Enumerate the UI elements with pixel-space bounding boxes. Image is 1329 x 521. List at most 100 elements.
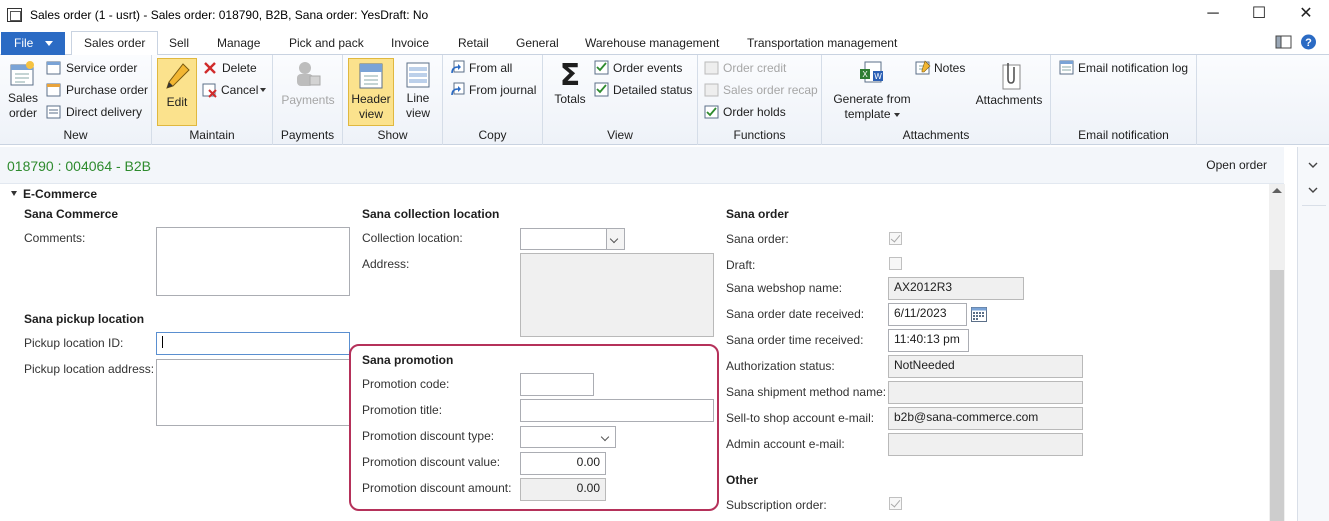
cancel-button[interactable]: Cancel	[221, 83, 267, 97]
authorization-status-field[interactable]: NotNeeded	[888, 355, 1083, 378]
promotion-discount-amount-label: Promotion discount amount:	[362, 481, 512, 495]
direct-delivery-button[interactable]: Direct delivery	[66, 105, 142, 119]
chevron-down-icon	[260, 88, 267, 92]
ribbon-group-attachments: X W Generate from template Notes Attachm…	[822, 55, 1051, 145]
attachments-label: Attachments	[975, 93, 1043, 107]
calendar-icon[interactable]	[971, 307, 987, 322]
tab-transportation-management[interactable]: Transportation management	[747, 34, 897, 56]
scroll-up-icon[interactable]	[1272, 188, 1282, 193]
payments-button[interactable]: Payments	[279, 59, 337, 115]
close-button[interactable]: ✕	[1283, 0, 1329, 30]
ribbon-group-new-label: New	[63, 128, 88, 142]
factbox-pane	[1297, 147, 1329, 521]
tab-warehouse-management[interactable]: Warehouse management	[585, 34, 719, 56]
admin-email-field[interactable]	[888, 433, 1083, 456]
line-view-label: Line view	[405, 91, 430, 120]
section-title: E-Commerce	[23, 187, 98, 201]
detailed-status-button[interactable]: Detailed status	[613, 83, 692, 97]
edit-button[interactable]: Edit	[157, 58, 197, 126]
order-holds-button[interactable]: Order holds	[723, 105, 786, 119]
chevron-down-icon[interactable]	[606, 229, 624, 249]
app-icon	[7, 8, 22, 22]
file-tab[interactable]: File	[1, 32, 65, 55]
order-date-received-field[interactable]: 6/11/2023	[888, 303, 967, 326]
chevron-down-icon[interactable]	[1308, 160, 1318, 170]
attachments-button[interactable]: Attachments	[972, 59, 1046, 115]
cancel-label: Cancel	[221, 83, 259, 97]
ribbon-group-maintain: Edit Delete Cancel Maintain	[152, 55, 273, 145]
ribbon: Sales order Service order Purchase order…	[0, 55, 1329, 145]
tab-invoice[interactable]: Invoice	[391, 34, 429, 56]
scroll-thumb[interactable]	[1270, 270, 1284, 521]
collection-location-dropdown[interactable]	[520, 228, 625, 250]
tab-manage[interactable]: Manage	[217, 34, 260, 56]
promotion-code-input[interactable]	[520, 373, 594, 396]
email-notification-log-button[interactable]: Email notification log	[1078, 61, 1188, 75]
comments-textarea[interactable]	[156, 227, 350, 296]
detailed-status-icon	[594, 82, 609, 97]
email-notification-log-icon	[1059, 60, 1074, 75]
shipment-method-field[interactable]	[888, 381, 1083, 404]
promotion-code-label: Promotion code:	[362, 377, 450, 391]
order-events-icon	[594, 60, 609, 75]
tab-pick-and-pack[interactable]: Pick and pack	[289, 34, 364, 56]
draft-checkbox[interactable]	[889, 257, 902, 270]
notes-button[interactable]: Notes	[934, 61, 965, 75]
tab-sales-order[interactable]: Sales order	[71, 31, 159, 56]
collection-address-textarea[interactable]	[520, 253, 714, 337]
tab-general[interactable]: General	[516, 34, 559, 56]
sana-promotion-group-title: Sana promotion	[362, 353, 454, 367]
paperclip-icon	[1002, 63, 1021, 90]
order-time-received-field[interactable]: 11:40:13 pm	[888, 329, 969, 352]
ribbon-group-new: Sales order Service order Purchase order…	[0, 55, 152, 145]
sell-to-email-field[interactable]: b2b@sana-commerce.com	[888, 407, 1083, 430]
sell-to-email-label: Sell-to shop account e-mail:	[726, 411, 875, 425]
from-journal-button[interactable]: From journal	[469, 83, 536, 97]
purchase-order-button[interactable]: Purchase order	[66, 83, 148, 97]
header-view-button[interactable]: Header view	[348, 58, 394, 126]
promotion-title-input[interactable]	[520, 399, 714, 422]
line-view-button[interactable]: Line view	[397, 59, 439, 125]
delete-button[interactable]: Delete	[222, 61, 257, 75]
sana-order-label: Sana order:	[726, 232, 789, 246]
purchase-order-icon	[46, 83, 61, 97]
pencil-icon	[166, 63, 190, 89]
generate-from-template-label: Generate from template	[833, 92, 911, 121]
payments-icon	[297, 62, 321, 86]
totals-button[interactable]: Σ Totals	[548, 58, 592, 114]
sales-order-recap-button[interactable]: Sales order recap	[723, 83, 818, 97]
minimize-button[interactable]: ─	[1190, 0, 1236, 30]
chevron-down-icon[interactable]	[1308, 185, 1318, 195]
title-bar: Sales order (1 - usrt) - Sales order: 01…	[0, 0, 1329, 30]
service-order-button[interactable]: Service order	[66, 61, 137, 75]
address-label: Address:	[362, 257, 410, 271]
pickup-location-address-textarea[interactable]	[156, 359, 350, 426]
generate-from-template-button[interactable]: X W Generate from template	[826, 59, 918, 127]
promotion-discount-type-dropdown[interactable]	[520, 426, 616, 448]
order-events-button[interactable]: Order events	[613, 61, 682, 75]
webshop-name-field[interactable]: AX2012R3	[888, 277, 1024, 300]
new-sales-order-button[interactable]: Sales order	[4, 59, 42, 125]
from-all-button[interactable]: From all	[469, 61, 512, 75]
maximize-button[interactable]: ☐	[1236, 0, 1282, 30]
sigma-icon: Σ	[560, 58, 581, 90]
tab-sell[interactable]: Sell	[169, 34, 189, 56]
svg-text:?: ?	[1305, 37, 1312, 49]
order-credit-button[interactable]: Order credit	[723, 61, 786, 75]
form-content: E-Commerce Sana Commerce Comments: Sana …	[0, 184, 1268, 521]
subscription-order-checkbox[interactable]	[889, 497, 902, 510]
promotion-discount-amount-input[interactable]: 0.00	[520, 478, 606, 501]
promotion-discount-value-input[interactable]: 0.00	[520, 452, 606, 475]
pickup-location-id-label: Pickup location ID:	[24, 336, 124, 350]
tab-retail[interactable]: Retail	[458, 34, 489, 56]
help-icon[interactable]: ?	[1300, 34, 1317, 50]
ribbon-group-copy: From all From journal Copy	[443, 55, 543, 145]
ecommerce-section-header[interactable]: E-Commerce	[11, 187, 97, 201]
text-cursor	[162, 336, 163, 348]
pickup-location-id-input[interactable]	[156, 332, 350, 355]
vertical-scrollbar[interactable]	[1269, 184, 1285, 521]
sana-order-checkbox[interactable]	[889, 232, 902, 245]
layout-icon[interactable]	[1275, 34, 1292, 50]
webshop-name-label: Sana webshop name:	[726, 281, 843, 295]
authorization-status-label: Authorization status:	[726, 359, 835, 373]
